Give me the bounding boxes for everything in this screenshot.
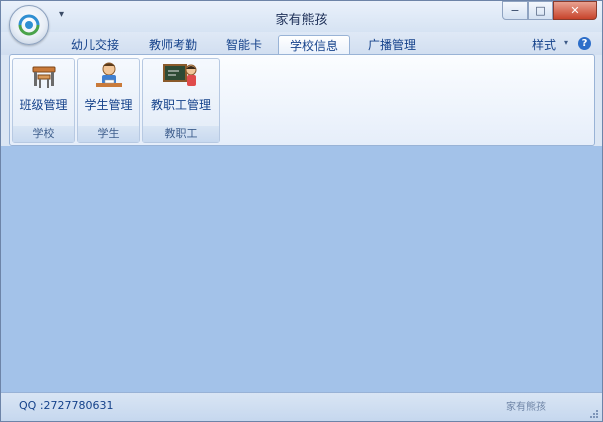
student-management-label: 学生管理: [84, 98, 133, 112]
app-window: ▾ 家有熊孩 − □ ✕ 幼儿交接 教师考勤 智能卡 学校信息 广播管理 样式 …: [0, 0, 603, 422]
maximize-button[interactable]: □: [528, 1, 553, 20]
group-student: 学生管理 学生: [77, 58, 140, 143]
workspace-area: [1, 146, 602, 392]
resize-grip-icon[interactable]: [589, 409, 599, 419]
group-school: 班级管理 学校: [12, 58, 75, 143]
classroom-desk-icon: [32, 66, 55, 88]
status-bar: QQ :2727780631 家有熊孩: [1, 392, 602, 421]
group-title-student: 学生: [78, 126, 139, 142]
group-title-staff: 教职工: [143, 126, 219, 142]
application-menu-button[interactable]: [9, 5, 49, 45]
tab-school-info[interactable]: 学校信息: [278, 35, 350, 55]
staff-management-label: 教职工管理: [150, 98, 211, 112]
status-qq-text: QQ :2727780631: [19, 399, 114, 412]
chevron-down-icon[interactable]: ▾: [564, 38, 568, 47]
group-staff: 教职工管理 教职工: [142, 58, 220, 143]
app-logo-icon: [18, 14, 40, 36]
tab-smart-card[interactable]: 智能卡: [215, 35, 273, 55]
help-icon[interactable]: ?: [578, 37, 591, 50]
minimize-button[interactable]: −: [502, 1, 528, 20]
ribbon-panel: 班级管理 学校 学生管理 学生 教职工管理 教职工: [9, 54, 595, 146]
teacher-blackboard-icon: [163, 64, 197, 86]
group-title-school: 学校: [13, 126, 74, 142]
student-icon: [95, 62, 122, 87]
close-button[interactable]: ✕: [553, 1, 597, 20]
tab-teacher-attendance[interactable]: 教师考勤: [137, 35, 209, 55]
class-management-label: 班级管理: [19, 98, 68, 112]
ribbon-tab-bar: 幼儿交接 教师考勤 智能卡 学校信息 广播管理: [1, 32, 602, 55]
title-bar: ▾ 家有熊孩 − □ ✕: [1, 1, 602, 32]
status-app-name: 家有熊孩: [506, 402, 546, 413]
class-management-button[interactable]: 班级管理: [13, 61, 74, 113]
staff-management-button[interactable]: 教职工管理: [143, 61, 219, 113]
style-menu[interactable]: 样式: [532, 36, 556, 53]
tab-broadcast[interactable]: 广播管理: [356, 35, 428, 55]
tab-child-handover[interactable]: 幼儿交接: [59, 35, 131, 55]
student-management-button[interactable]: 学生管理: [78, 61, 139, 113]
